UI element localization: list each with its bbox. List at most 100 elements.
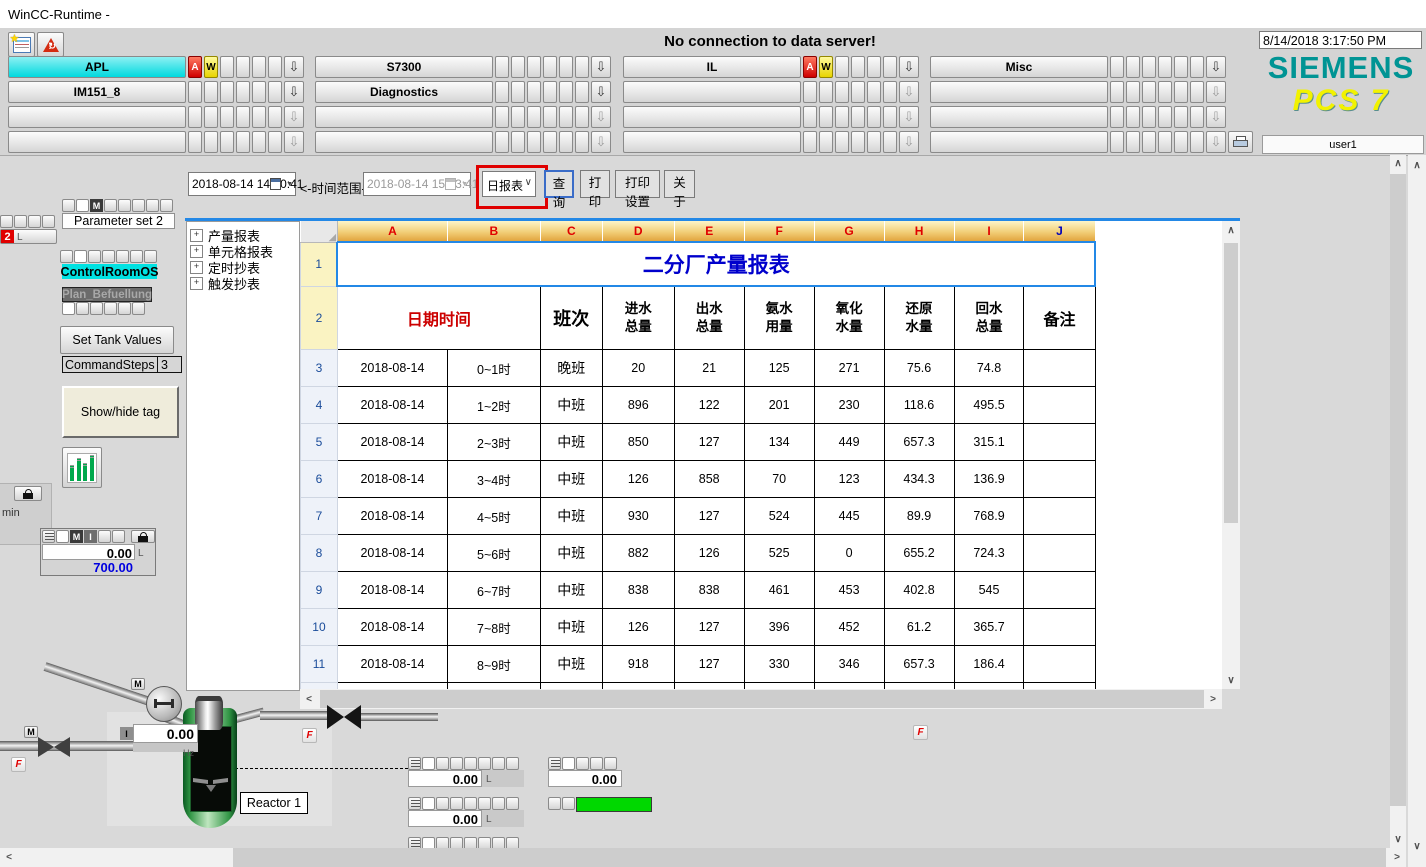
grid-scroll-left-button[interactable]: < <box>300 689 318 709</box>
grid-cell[interactable]: 768.9 <box>954 498 1024 535</box>
row-header[interactable]: 4 <box>301 387 338 424</box>
parameter-set-label[interactable]: Parameter set 2 <box>62 213 175 229</box>
small-faceplate-value[interactable]: 0.00 <box>548 770 622 787</box>
picture-select-arrow-icon[interactable]: ⇩ <box>1206 106 1226 128</box>
header-cell[interactable]: 备注 <box>1024 286 1095 350</box>
row-header[interactable]: 10 <box>301 609 338 646</box>
grid-cell-date[interactable]: 2018-08-14 <box>337 535 447 572</box>
overview-button-im151_8[interactable]: IM151_8 <box>8 81 186 103</box>
select-all-corner[interactable]: ◢ <box>301 221 338 242</box>
grid-cell[interactable]: 134 <box>744 424 814 461</box>
grid-cell[interactable]: 858 <box>674 461 744 498</box>
expand-plus-icon[interactable]: + <box>190 229 203 242</box>
grid-cell[interactable]: 495.5 <box>954 387 1024 424</box>
grid-cell[interactable]: 850 <box>602 424 674 461</box>
main-vscroll-thumb[interactable] <box>1390 174 1406 806</box>
grid-scroll-right-button[interactable]: > <box>1204 689 1222 709</box>
manual-mode-indicator[interactable]: M <box>90 199 103 212</box>
overview-button-apl[interactable]: APL <box>8 56 186 78</box>
show-hide-tag-button[interactable]: Show/hide tag <box>62 386 179 438</box>
feed-valve[interactable] <box>38 737 70 757</box>
grid-cell[interactable]: 657.3 <box>884 424 954 461</box>
overview-button-diagnostics[interactable]: Diagnostics <box>315 81 493 103</box>
grid-cell[interactable]: 365.7 <box>954 609 1024 646</box>
grid-cell[interactable]: 330 <box>744 646 814 683</box>
picture-select-arrow-icon[interactable]: ⇩ <box>1206 56 1226 78</box>
grid-cell[interactable]: 315.1 <box>954 424 1024 461</box>
grid-cell[interactable]: 838 <box>674 572 744 609</box>
grid-cell-hour[interactable]: 6~7时 <box>447 572 540 609</box>
row-header[interactable]: 1 <box>301 242 338 286</box>
row-header[interactable]: 6 <box>301 461 338 498</box>
grid-cell[interactable]: 127 <box>674 424 744 461</box>
row-header[interactable]: 5 <box>301 424 338 461</box>
new-report-button[interactable]: ★ <box>8 32 35 57</box>
grid-cell[interactable] <box>1024 387 1095 424</box>
column-header-J[interactable]: J <box>1024 221 1095 242</box>
grid-cell[interactable]: 271 <box>814 350 884 387</box>
tank-level-value[interactable]: 0.00 <box>42 544 135 560</box>
print-setup-button[interactable]: 打印设置 <box>615 170 660 198</box>
grid-cell-hour[interactable]: 8~9时 <box>447 646 540 683</box>
overview-button-s7300[interactable]: S7300 <box>315 56 493 78</box>
about-button[interactable]: 关于 <box>664 170 695 198</box>
grid-cell[interactable]: 449 <box>814 424 884 461</box>
grid-cell-shift[interactable]: 中班 <box>540 424 602 461</box>
grid-cell-hour[interactable]: 4~5时 <box>447 498 540 535</box>
header-cell[interactable]: 出水 总量 <box>674 286 744 350</box>
header-cell[interactable]: 回水 总量 <box>954 286 1024 350</box>
grid-cell[interactable] <box>1024 535 1095 572</box>
tank-setpoint-value[interactable]: 700.00 <box>42 560 135 575</box>
time-from-picker[interactable]: 2018-08-14 14:30:41 ▼ <box>188 172 296 196</box>
picture-select-arrow-icon[interactable]: ⇩ <box>899 56 919 78</box>
grid-cell-hour[interactable]: 7~8时 <box>447 609 540 646</box>
grid-cell[interactable]: 75.6 <box>884 350 954 387</box>
dropdown-arrow-icon[interactable]: ▼ <box>286 181 293 188</box>
grid-cell[interactable] <box>1024 350 1095 387</box>
row-header[interactable]: 11 <box>301 646 338 683</box>
grid-cell[interactable]: 122 <box>674 387 744 424</box>
grid-cell[interactable]: 461 <box>744 572 814 609</box>
column-header-C[interactable]: C <box>540 221 602 242</box>
set-tank-values-button[interactable]: Set Tank Values <box>60 326 174 354</box>
report-type-select[interactable]: 日报表 ∨ <box>482 171 536 197</box>
outer-vscrollbar[interactable] <box>1408 155 1426 867</box>
grid-cell[interactable]: 0 <box>814 535 884 572</box>
column-header-E[interactable]: E <box>674 221 744 242</box>
grid-cell-hour[interactable]: 3~4时 <box>447 461 540 498</box>
grid-cell[interactable]: 838 <box>602 572 674 609</box>
print-screen-button[interactable] <box>1228 131 1253 153</box>
lock-button[interactable] <box>14 486 42 501</box>
grid-cell-hour[interactable]: 2~3时 <box>447 424 540 461</box>
grid-scroll-up-button[interactable]: ∧ <box>1222 221 1240 239</box>
tree-item-3[interactable]: +触发抄表 <box>187 275 299 291</box>
grid-cell[interactable]: 545 <box>954 572 1024 609</box>
pump-speed-value[interactable]: 0.00 <box>133 724 198 743</box>
internal-mode-indicator[interactable]: I <box>120 727 133 740</box>
grid-cell[interactable] <box>1024 609 1095 646</box>
outer-scroll-down-button[interactable]: ∨ <box>1408 838 1426 854</box>
header-cell[interactable]: 日期时间 <box>337 286 540 350</box>
grid-cell-hour[interactable]: 1~2时 <box>447 387 540 424</box>
column-header-D[interactable]: D <box>602 221 674 242</box>
grid-cell-date[interactable]: 2018-08-14 <box>337 609 447 646</box>
picture-select-arrow-icon[interactable]: ⇩ <box>591 81 611 103</box>
row-header[interactable]: 7 <box>301 498 338 535</box>
grid-cell-date[interactable]: 2018-08-14 <box>337 424 447 461</box>
warning-indicator[interactable]: W <box>819 56 833 78</box>
grid-cell-shift[interactable]: 中班 <box>540 609 602 646</box>
grid-cell[interactable] <box>1024 498 1095 535</box>
picture-select-arrow-icon[interactable]: ⇩ <box>284 106 304 128</box>
query-button[interactable]: 查询 <box>544 170 574 198</box>
row-header[interactable]: 3 <box>301 350 338 387</box>
alarm-indicator[interactable]: A <box>803 56 817 78</box>
volume-value-1[interactable]: 0.00 <box>408 770 482 787</box>
main-scroll-down-button[interactable]: ∨ <box>1390 830 1406 848</box>
alarm-indicator[interactable]: A <box>188 56 202 78</box>
grid-hscroll-thumb[interactable] <box>320 690 1204 708</box>
grid-cell[interactable]: 127 <box>674 646 744 683</box>
grid-cell[interactable]: 118.6 <box>884 387 954 424</box>
internal-mode-indicator[interactable]: I <box>84 530 97 543</box>
row-header[interactable]: 2 <box>301 286 338 350</box>
volume-value-2[interactable]: 0.00 <box>408 810 482 827</box>
